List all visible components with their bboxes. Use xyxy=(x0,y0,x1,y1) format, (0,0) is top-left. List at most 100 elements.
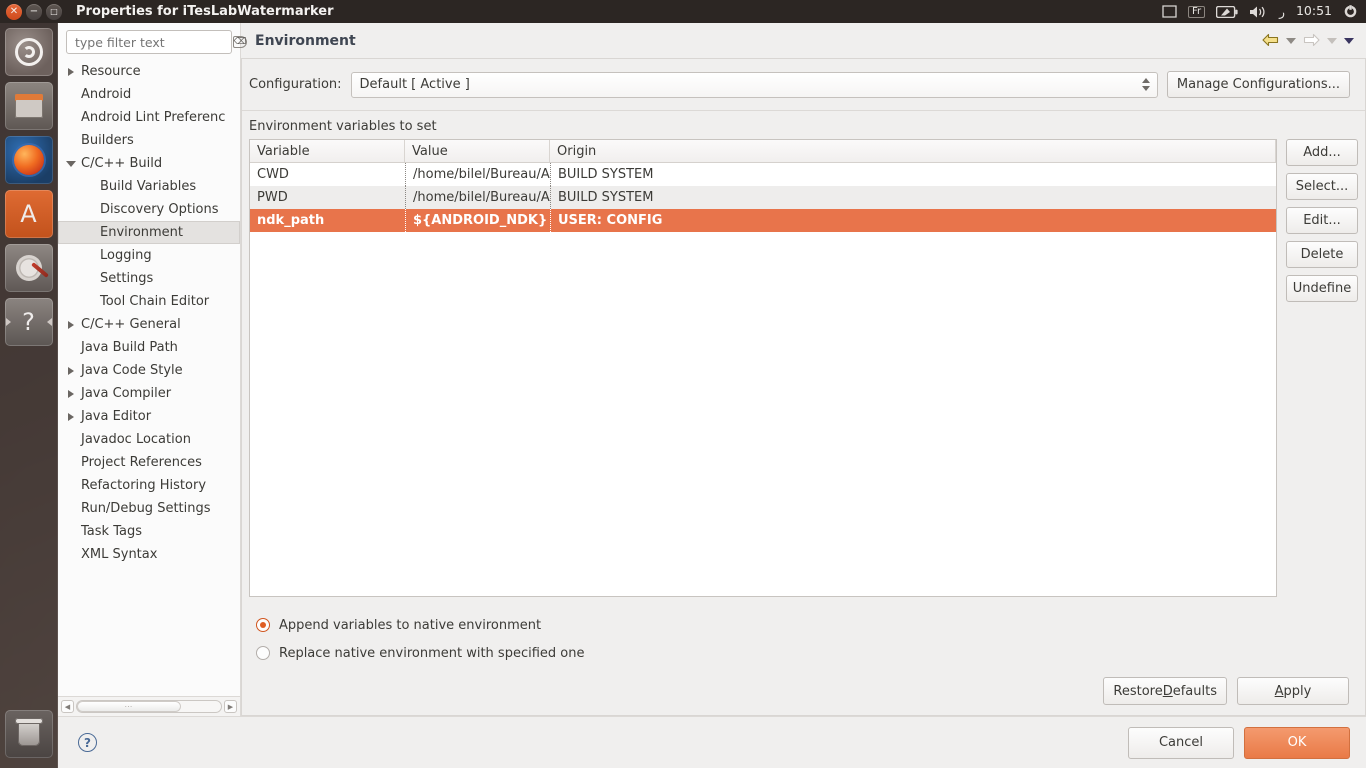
forward-history-chevron-down-icon[interactable] xyxy=(1327,37,1337,44)
launcher-item-software-center[interactable]: A xyxy=(4,190,53,238)
back-history-chevron-down-icon[interactable] xyxy=(1286,37,1296,44)
sidebar-item-discovery-options[interactable]: Discovery Options xyxy=(58,198,240,221)
table-row[interactable]: PWD/home/bilel/Bureau/A BUILD SYSTEM xyxy=(250,186,1276,209)
sidebar-item-label: C/C++ Build xyxy=(81,156,163,171)
sidebar-item-builders[interactable]: Builders xyxy=(58,129,240,152)
environment-variables-table[interactable]: Variable Value Origin CWD/home/bilel/Bur… xyxy=(249,139,1277,597)
volume-icon[interactable] xyxy=(1249,5,1268,19)
edit-button[interactable]: Edit... xyxy=(1286,207,1358,234)
apply-button[interactable]: Apply xyxy=(1237,677,1349,705)
tree-horizontal-scrollbar[interactable]: ◀ ⋯ ▶ xyxy=(58,696,240,716)
scroll-left-button[interactable]: ◀ xyxy=(61,700,74,713)
sidebar-item-javadoc-location[interactable]: Javadoc Location xyxy=(58,428,240,451)
window-controls[interactable]: ✕ − □ xyxy=(0,3,62,20)
configuration-spinner-icon[interactable] xyxy=(1140,78,1153,91)
properties-dialog: ⌫ Resource Android Android Lint Preferenc B… xyxy=(58,23,1366,768)
variables-row: Variable Value Origin CWD/home/bilel/Bur… xyxy=(249,139,1358,597)
scrollbar-thumb[interactable]: ⋯ xyxy=(77,701,181,712)
sidebar-item-android[interactable]: Android xyxy=(58,83,240,106)
sidebar-item-refactoring-history[interactable]: Refactoring History xyxy=(58,474,240,497)
bluetooth-icon[interactable]: ر xyxy=(1279,6,1285,18)
minimize-button[interactable]: − xyxy=(26,3,42,20)
radio-replace-environment[interactable]: Replace native environment with specifie… xyxy=(256,639,1358,667)
launcher-item-ubuntu-dash[interactable] xyxy=(4,28,53,76)
keyboard-layout-indicator[interactable]: Fr xyxy=(1188,5,1206,18)
configuration-row: Configuration: Default [ Active ] Manage… xyxy=(242,59,1365,110)
ok-button[interactable]: OK xyxy=(1244,726,1350,759)
sidebar-item-c-c-general[interactable]: C/C++ General xyxy=(58,313,240,336)
sidebar-item-android-lint-preferenc[interactable]: Android Lint Preferenc xyxy=(58,106,240,129)
sidebar-item-label: Resource xyxy=(81,64,141,79)
launcher-item-trash[interactable] xyxy=(5,710,53,758)
cell-value: ${ANDROID_NDK} xyxy=(405,209,550,232)
radio-append-indicator[interactable] xyxy=(256,618,270,632)
undefine-button[interactable]: Undefine xyxy=(1286,275,1358,302)
column-header-value[interactable]: Value xyxy=(405,140,550,162)
launcher-item-help[interactable]: ? xyxy=(4,298,53,346)
chevron-down-icon[interactable] xyxy=(64,160,78,167)
settings-tree[interactable]: Resource Android Android Lint Preferenc Bui… xyxy=(58,60,240,696)
launcher-item-firefox[interactable] xyxy=(4,136,53,184)
sidebar-item-resource[interactable]: Resource xyxy=(58,60,240,83)
sidebar-item-project-references[interactable]: Project References xyxy=(58,451,240,474)
table-row[interactable]: ndk_path ${ANDROID_NDK} USER: CONFIG xyxy=(250,209,1276,232)
sidebar-item-label: Refactoring History xyxy=(81,478,207,493)
launcher-item-files[interactable] xyxy=(4,82,53,130)
delete-button[interactable]: Delete xyxy=(1286,241,1358,268)
filter-input[interactable] xyxy=(73,33,233,51)
help-icon[interactable]: ? xyxy=(78,733,97,752)
add-button[interactable]: Add... xyxy=(1286,139,1358,166)
forward-arrow-icon[interactable] xyxy=(1303,33,1320,48)
view-menu-chevron-down-icon[interactable] xyxy=(1344,37,1354,44)
sidebar-item-logging[interactable]: Logging xyxy=(58,244,240,267)
launcher-item-system-settings[interactable] xyxy=(4,244,53,292)
configuration-select[interactable]: Default [ Active ] xyxy=(350,71,1158,98)
sidebar-item-c-c-build[interactable]: C/C++ Build xyxy=(58,152,240,175)
sidebar-item-java-editor[interactable]: Java Editor xyxy=(58,405,240,428)
radio-replace-indicator[interactable] xyxy=(256,646,270,660)
navigation-controls[interactable] xyxy=(1262,33,1354,48)
select-button[interactable]: Select... xyxy=(1286,173,1358,200)
chevron-right-icon[interactable] xyxy=(64,67,78,76)
scroll-right-button[interactable]: ▶ xyxy=(224,700,237,713)
sidebar-item-java-build-path[interactable]: Java Build Path xyxy=(58,336,240,359)
chevron-right-icon[interactable] xyxy=(64,320,78,329)
manage-configurations-button[interactable]: Manage Configurations... xyxy=(1166,71,1350,98)
minimize-icon: − xyxy=(29,5,39,17)
chevron-right-icon[interactable] xyxy=(64,412,78,421)
scrollbar-track[interactable]: ⋯ xyxy=(76,700,222,713)
battery-icon[interactable] xyxy=(1216,5,1238,18)
messaging-indicator-icon[interactable] xyxy=(1162,5,1177,18)
close-button[interactable]: ✕ xyxy=(6,3,22,20)
environment-mode-radiogroup: Append variables to native environment R… xyxy=(249,597,1358,667)
sidebar-item-label: Discovery Options xyxy=(100,202,219,217)
sidebar-item-run-debug-settings[interactable]: Run/Debug Settings xyxy=(58,497,240,520)
chevron-right-icon[interactable] xyxy=(64,389,78,398)
chevron-right-icon[interactable] xyxy=(64,366,78,375)
clock[interactable]: 10:51 xyxy=(1296,5,1332,18)
dialog-body: ⌫ Resource Android Android Lint Preferenc B… xyxy=(58,23,1366,716)
configuration-value: Default [ Active ] xyxy=(359,77,470,92)
page-title: Environment xyxy=(255,32,356,49)
column-header-origin[interactable]: Origin xyxy=(550,140,1276,162)
sidebar-item-settings[interactable]: Settings xyxy=(58,267,240,290)
column-header-variable[interactable]: Variable xyxy=(250,140,405,162)
maximize-button[interactable]: □ xyxy=(46,3,62,20)
chevron-up-icon xyxy=(1142,78,1151,83)
radio-append-variables[interactable]: Append variables to native environment xyxy=(256,611,1358,639)
back-arrow-icon[interactable] xyxy=(1262,33,1279,48)
session-gear-icon[interactable] xyxy=(1343,4,1358,19)
sidebar-item-xml-syntax[interactable]: XML Syntax xyxy=(58,543,240,566)
sidebar-item-java-code-style[interactable]: Java Code Style xyxy=(58,359,240,382)
table-row[interactable]: CWD/home/bilel/Bureau/A BUILD SYSTEM xyxy=(250,163,1276,186)
filter-box[interactable]: ⌫ xyxy=(66,30,247,54)
sidebar-item-java-compiler[interactable]: Java Compiler xyxy=(58,382,240,405)
sidebar-item-tool-chain-editor[interactable]: Tool Chain Editor xyxy=(58,290,240,313)
sidebar-item-environment[interactable]: Environment xyxy=(58,221,240,244)
restore-defaults-button[interactable]: Restore Defaults xyxy=(1103,677,1227,705)
sidebar-item-label: Java Compiler xyxy=(81,386,172,401)
cell-origin: BUILD SYSTEM xyxy=(550,186,1276,209)
sidebar-item-task-tags[interactable]: Task Tags xyxy=(58,520,240,543)
sidebar-item-build-variables[interactable]: Build Variables xyxy=(58,175,240,198)
cancel-button[interactable]: Cancel xyxy=(1128,726,1234,759)
